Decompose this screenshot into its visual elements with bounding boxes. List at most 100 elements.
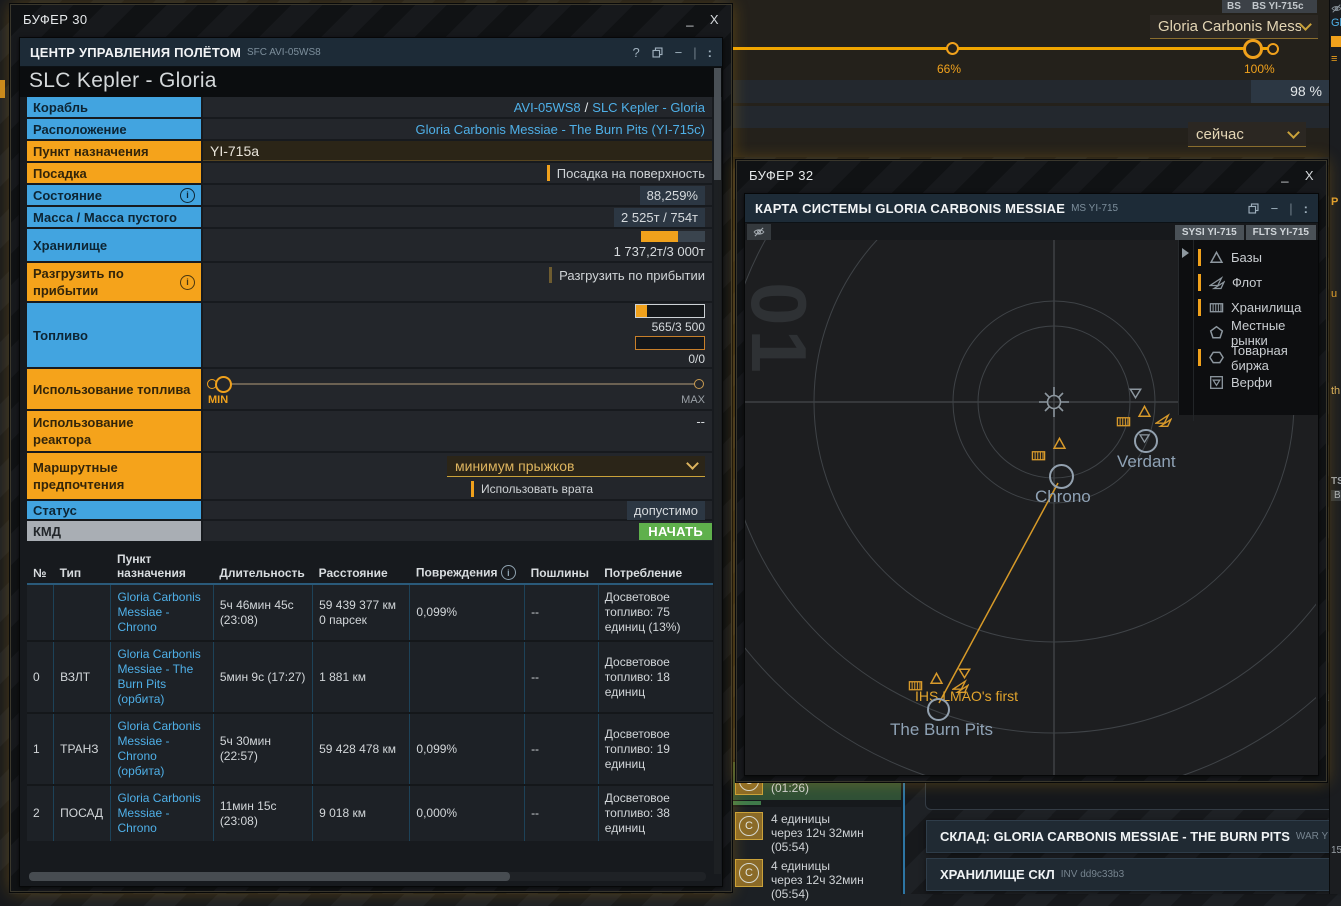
base-icon[interactable] — [1052, 436, 1067, 451]
window-title: БУФЕР 32 — [749, 168, 814, 183]
clipped-text: th — [1331, 385, 1340, 397]
progress-strip — [733, 801, 761, 805]
system-map-header[interactable]: КАРТА СИСТЕМЫ GLORIA CARBONIS MESSIAE MS… — [745, 194, 1318, 223]
field-label-ship: Корабль — [27, 97, 201, 117]
destination-link[interactable]: Gloria Carbonis Messiae - The Burn Pits … — [117, 647, 200, 706]
use-gates-option[interactable]: Использовать врата — [463, 481, 705, 497]
vertical-scrollbar[interactable] — [714, 68, 721, 874]
table-header-row: № Тип Пункт назначения Длительность Расс… — [27, 549, 713, 584]
planet-burn-pits[interactable] — [927, 698, 950, 721]
help-icon[interactable]: ? — [632, 45, 639, 60]
route-select[interactable]: минимум прыжков — [447, 456, 705, 477]
minimize-button[interactable]: _ — [1281, 168, 1289, 183]
info-icon[interactable]: i — [180, 275, 195, 290]
progress-slider[interactable] — [733, 47, 1270, 50]
checkbox-bar — [549, 267, 552, 283]
landing-option[interactable]: Посадка на поверхность — [203, 163, 712, 183]
field-label-status: Статус — [27, 501, 201, 519]
legend-inactive-bar — [1198, 324, 1201, 341]
separator: / — [585, 100, 589, 115]
base-icon[interactable] — [1137, 404, 1152, 419]
inventory-window-header[interactable]: ХРАНИЛИЩЕ СКЛINV dd9c33b3 — [926, 858, 1341, 891]
legend-item-fleet[interactable]: Флот — [1179, 270, 1318, 295]
destination-link[interactable]: Gloria Carbonis Messiae - Chrono — [117, 590, 200, 634]
tab-sysi[interactable]: SYSI YI-715 — [1175, 225, 1244, 240]
base-icon[interactable] — [929, 671, 944, 686]
eye-off-icon[interactable] — [747, 224, 771, 240]
buffer-32-titlebar[interactable]: БУФЕР 32 _ X — [737, 161, 1326, 189]
planet-chrono[interactable] — [1049, 464, 1074, 489]
destination-link[interactable]: Gloria Carbonis Messiae - Chrono — [117, 791, 200, 835]
window-title: ЦЕНТР УПРАВЛЕНИЯ ПОЛЁТОМ — [30, 45, 241, 60]
table-row[interactable]: Gloria Carbonis Messiae - Chrono 5ч 46ми… — [27, 584, 713, 641]
duplicate-icon[interactable] — [651, 46, 664, 59]
min-label: MIN — [208, 394, 228, 406]
system-map[interactable]: 01 Verdant Chr — [745, 240, 1318, 775]
legend-item-storages[interactable]: Хранилища — [1179, 295, 1318, 320]
pentagon-icon — [1209, 325, 1224, 340]
time-select[interactable]: сейчас — [1188, 122, 1306, 147]
triangle-icon — [1209, 250, 1224, 265]
background-settings-window: BS BS YI-715c Gloria Carbonis Messiae 66… — [730, 0, 1329, 157]
legend-item-local-markets[interactable]: Местные рынки — [1179, 320, 1318, 345]
tab-flts[interactable]: FLTS YI-715 — [1246, 225, 1316, 240]
table-row[interactable]: 2 ПОСАД Gloria Carbonis Messiae - Chrono… — [27, 785, 713, 841]
system-select[interactable]: Gloria Carbonis Messiae — [1150, 15, 1318, 39]
horizontal-scrollbar[interactable] — [29, 872, 706, 881]
ship-registry-link[interactable]: AVI-05WS8 — [514, 100, 581, 115]
fuel-usage-slider[interactable]: MIN MAX — [203, 369, 712, 409]
fleet-marker-icon[interactable] — [1128, 386, 1143, 401]
divider: | — [693, 45, 696, 60]
slider-track — [209, 383, 700, 385]
stl-fuel-bar — [635, 304, 705, 318]
field-label-location: Расположение — [27, 119, 201, 139]
list-icon: ≡ — [1331, 53, 1337, 65]
planet-label[interactable]: The Burn Pits — [890, 720, 993, 740]
unload-option[interactable]: Разгрузить по прибытии — [203, 263, 712, 301]
field-label-mass: Масса / Масса пустого — [27, 207, 201, 227]
slider-handle[interactable] — [215, 376, 232, 393]
buffer-30-titlebar[interactable]: БУФЕР 30 _ X — [11, 5, 731, 33]
table-row[interactable]: 0 ВЗЛТ Gloria Carbonis Messiae - The Bur… — [27, 641, 713, 713]
slider-handle[interactable] — [1243, 39, 1263, 59]
destination-link[interactable]: Gloria Carbonis Messiae - Chrono (орбита… — [117, 719, 200, 778]
planet-label[interactable]: Verdant — [1117, 452, 1176, 472]
condition-value: 88,259% — [640, 186, 705, 205]
warehouse-icon[interactable] — [1116, 414, 1131, 429]
minimize-button[interactable]: _ — [686, 12, 694, 27]
close-button[interactable]: X — [710, 12, 719, 27]
location-link[interactable]: Gloria Carbonis Messiae - The Burn Pits … — [416, 122, 705, 137]
start-button[interactable]: НАЧАТЬ — [639, 523, 712, 540]
legend-inactive-bar — [1198, 374, 1201, 391]
tab-bs[interactable]: BS — [1222, 0, 1250, 13]
ship-name-link[interactable]: SLC Kepler - Gloria — [592, 100, 705, 115]
queue-item[interactable]: C 4 единицычерез 12ч 32мин(05:54) — [731, 854, 901, 906]
planet-label[interactable]: Chrono — [1035, 487, 1091, 507]
menu-icon[interactable]: : — [708, 45, 712, 60]
warehouse-icon[interactable] — [1031, 448, 1046, 463]
flight-control-header[interactable]: ЦЕНТР УПРАВЛЕНИЯ ПОЛЁТОМ SFC AVI-05WS8 ?… — [20, 38, 722, 67]
menu-icon[interactable]: : — [1304, 201, 1308, 216]
warehouse-window-header[interactable]: СКЛАД: GLORIA CARBONIS MESSIAE - THE BUR… — [926, 820, 1341, 853]
info-icon[interactable]: i — [180, 188, 195, 203]
close-button[interactable]: X — [1305, 168, 1314, 183]
legend-item-shipyards[interactable]: Верфи — [1179, 370, 1318, 395]
legend-item-commodity-exchange[interactable]: Товарная биржа — [1179, 345, 1318, 370]
minimize-icon[interactable]: − — [675, 45, 683, 60]
tab-bs-site[interactable]: BS YI-715c — [1247, 0, 1317, 13]
legend-item-bases[interactable]: Базы — [1179, 245, 1318, 270]
clipped-text: 15c — [1331, 845, 1341, 856]
system-map-window: КАРТА СИСТЕМЫ GLORIA CARBONIS MESSIAE MS… — [744, 193, 1319, 776]
clipped-bar — [1331, 36, 1341, 47]
minimize-icon[interactable]: − — [1271, 201, 1279, 216]
duplicate-icon[interactable] — [1247, 202, 1260, 215]
destination-input[interactable]: YI-715a — [203, 141, 712, 161]
slider-marker[interactable] — [946, 42, 959, 55]
info-icon[interactable]: i — [501, 565, 516, 580]
clipped-text: P — [1331, 196, 1338, 208]
col-duties: Пошлины — [525, 549, 599, 584]
flight-control-window: ЦЕНТР УПРАВЛЕНИЯ ПОЛЁТОМ SFC AVI-05WS8 ?… — [19, 37, 723, 887]
fleet-icon[interactable] — [1155, 412, 1172, 429]
queue-item[interactable]: C 4 единицычерез 12ч 32мин(05:54) — [731, 807, 901, 859]
table-row[interactable]: 1 ТРАНЗ Gloria Carbonis Messiae - Chrono… — [27, 713, 713, 785]
